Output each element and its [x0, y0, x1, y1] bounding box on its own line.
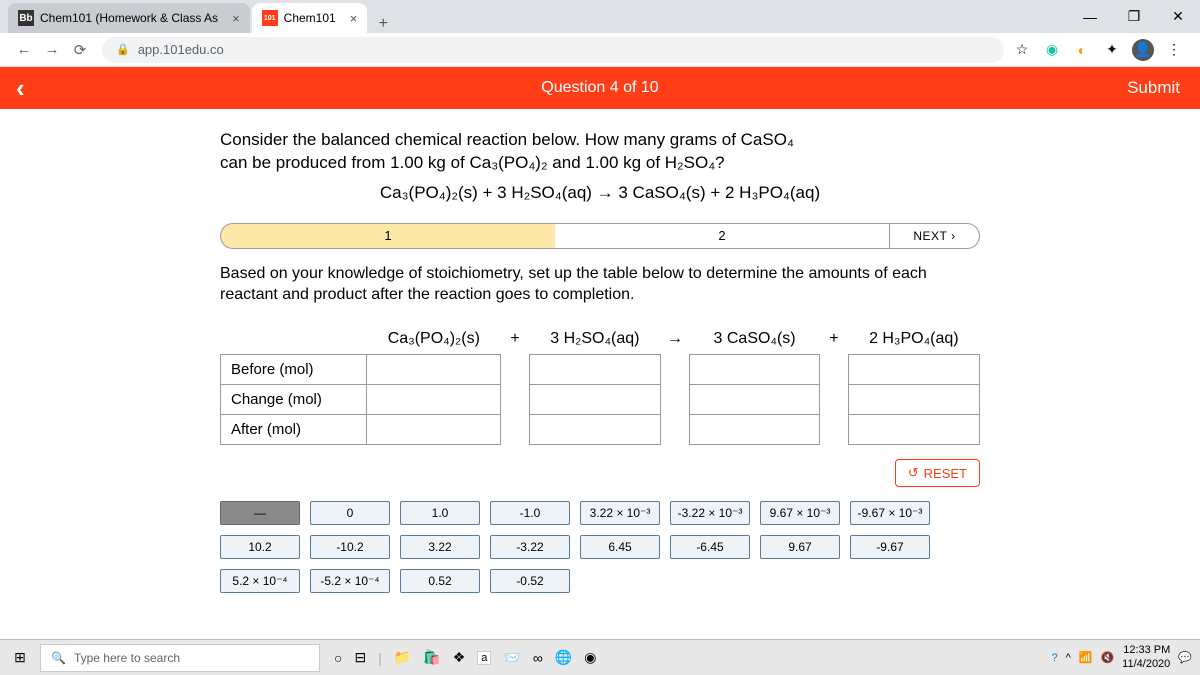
- bb-icon: Bb: [18, 10, 34, 26]
- col-header: Ca₃(PO₄)₂(s): [367, 324, 501, 355]
- start-button[interactable]: ⊞: [0, 649, 40, 666]
- volume-icon[interactable]: 🔇: [1100, 651, 1114, 664]
- drop-target[interactable]: [848, 385, 979, 415]
- reload-button[interactable]: ⟳: [66, 41, 94, 59]
- extension-icon[interactable]: ◐: [1072, 42, 1092, 58]
- taskbar-search[interactable]: 🔍 Type here to search: [40, 644, 320, 672]
- submit-button[interactable]: Submit: [1127, 78, 1180, 98]
- reset-button[interactable]: ↺ RESET: [895, 459, 980, 487]
- drop-target[interactable]: [529, 415, 660, 445]
- chrome-icon[interactable]: ◉: [584, 649, 596, 666]
- profile-icon[interactable]: 👤: [1132, 39, 1154, 61]
- app-icon[interactable]: a: [477, 651, 491, 665]
- drop-target[interactable]: [529, 385, 660, 415]
- close-icon[interactable]: ×: [232, 11, 240, 26]
- drop-target[interactable]: [367, 355, 501, 385]
- task-view-icon[interactable]: ⊟: [354, 649, 366, 666]
- drop-target[interactable]: [848, 355, 979, 385]
- tile[interactable]: 3.22 × 10⁻³: [580, 501, 660, 525]
- forward-button[interactable]: →: [38, 41, 66, 58]
- chevron-right-icon: ›: [951, 229, 956, 243]
- tile[interactable]: 0: [310, 501, 390, 525]
- question-text: Consider the balanced chemical reaction …: [220, 129, 980, 175]
- row-label: Change (mol): [221, 385, 367, 415]
- chem101-icon: 101: [262, 10, 278, 26]
- tile[interactable]: 10.2: [220, 535, 300, 559]
- windows-taskbar: ⊞ 🔍 Type here to search ○ ⊟ | 📁 🛍️ ❖ a 📨…: [0, 639, 1200, 675]
- col-header: 3 CaSO₄(s): [690, 324, 820, 355]
- minimize-button[interactable]: —: [1068, 9, 1112, 25]
- app-header: ‹ Question 4 of 10 Submit: [0, 67, 1200, 109]
- cortana-icon[interactable]: ○: [334, 650, 342, 666]
- col-header: 2 H₃PO₄(aq): [848, 324, 979, 355]
- ice-table: Ca₃(PO₄)₂(s) + 3 H₂SO₄(aq) → 3 CaSO₄(s) …: [220, 324, 980, 445]
- step-1[interactable]: 1: [220, 223, 555, 249]
- tile[interactable]: 5.2 × 10⁻⁴: [220, 569, 300, 593]
- step-instructions: Based on your knowledge of stoichiometry…: [220, 263, 980, 306]
- search-icon: 🔍: [51, 651, 66, 665]
- tile[interactable]: 1.0: [400, 501, 480, 525]
- tile[interactable]: -10.2: [310, 535, 390, 559]
- tile[interactable]: -3.22: [490, 535, 570, 559]
- drop-target[interactable]: [367, 415, 501, 445]
- col-header: 3 H₂SO₄(aq): [529, 324, 660, 355]
- tile[interactable]: -6.45: [670, 535, 750, 559]
- tile[interactable]: -1.0: [490, 501, 570, 525]
- tile[interactable]: -9.67: [850, 535, 930, 559]
- reset-icon: ↺: [908, 465, 919, 481]
- clock[interactable]: 12:33 PM 11/4/2020: [1122, 644, 1170, 670]
- drop-target[interactable]: [690, 385, 820, 415]
- url-text: app.101edu.co: [138, 42, 224, 57]
- tile[interactable]: 9.67: [760, 535, 840, 559]
- wifi-icon[interactable]: 📶: [1079, 651, 1093, 664]
- tile[interactable]: 3.22: [400, 535, 480, 559]
- browser-tab-chem101[interactable]: 101 Chem101 ×: [252, 3, 368, 33]
- drop-target[interactable]: [690, 415, 820, 445]
- question-counter: Question 4 of 10: [541, 79, 658, 97]
- next-button[interactable]: NEXT ›: [890, 223, 980, 249]
- tab-title: Chem101: [284, 11, 336, 25]
- drop-target[interactable]: [690, 355, 820, 385]
- close-icon[interactable]: ×: [350, 11, 358, 26]
- tab-title: Chem101 (Homework & Class As: [40, 11, 218, 25]
- answer-tiles: — 0 1.0 -1.0 3.22 × 10⁻³ -3.22 × 10⁻³ 9.…: [220, 501, 980, 593]
- infinity-icon[interactable]: ∞: [533, 650, 543, 666]
- tile[interactable]: -9.67 × 10⁻³: [850, 501, 930, 525]
- divider: |: [378, 650, 382, 666]
- drop-target[interactable]: [529, 355, 660, 385]
- address-bar[interactable]: 🔒 app.101edu.co: [102, 37, 1004, 63]
- store-icon[interactable]: 🛍️: [423, 649, 440, 666]
- chevron-up-icon[interactable]: ^: [1066, 652, 1071, 664]
- notifications-icon[interactable]: 💬: [1178, 651, 1192, 664]
- back-button[interactable]: ←: [10, 41, 38, 58]
- star-icon[interactable]: ☆: [1012, 41, 1032, 58]
- chemical-equation: Ca₃(PO₄)₂(s) + 3 H₂SO₄(aq) → 3 CaSO₄(s) …: [220, 183, 980, 203]
- puzzle-icon[interactable]: ✦: [1102, 41, 1122, 58]
- row-label: Before (mol): [221, 355, 367, 385]
- edge-icon[interactable]: 🌐: [555, 649, 572, 666]
- maximize-button[interactable]: ❐: [1112, 8, 1156, 25]
- step-2[interactable]: 2: [555, 223, 890, 249]
- tile[interactable]: 6.45: [580, 535, 660, 559]
- tile[interactable]: -3.22 × 10⁻³: [670, 501, 750, 525]
- new-tab-button[interactable]: +: [369, 15, 397, 33]
- tile[interactable]: -5.2 × 10⁻⁴: [310, 569, 390, 593]
- file-explorer-icon[interactable]: 📁: [394, 649, 411, 666]
- grammarly-icon[interactable]: ◉: [1042, 41, 1062, 58]
- drop-target[interactable]: [367, 385, 501, 415]
- row-label: After (mol): [221, 415, 367, 445]
- tile[interactable]: 9.67 × 10⁻³: [760, 501, 840, 525]
- tile[interactable]: —: [220, 501, 300, 525]
- tile[interactable]: -0.52: [490, 569, 570, 593]
- browser-tab-bb[interactable]: Bb Chem101 (Homework & Class As ×: [8, 3, 250, 33]
- help-icon[interactable]: ?: [1051, 652, 1057, 664]
- tile[interactable]: 0.52: [400, 569, 480, 593]
- menu-icon[interactable]: ⋮: [1164, 41, 1184, 58]
- mail-icon[interactable]: 📨: [503, 649, 520, 666]
- lock-icon: 🔒: [116, 43, 130, 56]
- drop-target[interactable]: [848, 415, 979, 445]
- dropbox-icon[interactable]: ❖: [453, 649, 466, 666]
- close-window-button[interactable]: ✕: [1156, 8, 1200, 25]
- back-chevron-icon[interactable]: ‹: [16, 73, 25, 104]
